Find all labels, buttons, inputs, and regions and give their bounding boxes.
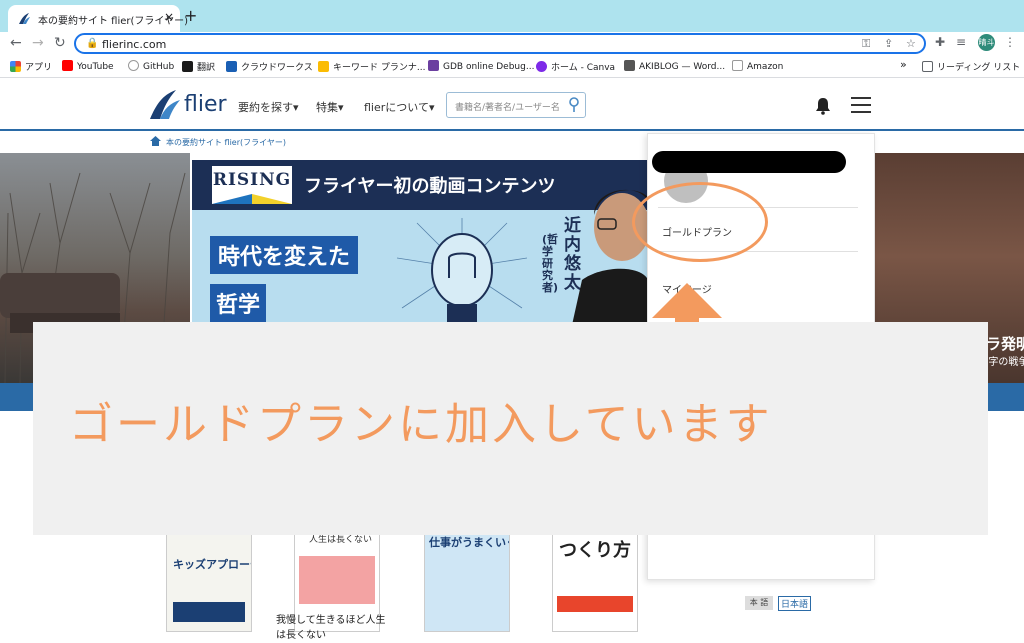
address-bar[interactable]: 🔒 flierinc.com ⚿ ⇪ ☆ xyxy=(74,33,926,54)
book-cover-title: 仕事がうまくいく xyxy=(429,536,510,549)
flier-logo-text[interactable]: flier xyxy=(184,92,227,117)
hamburger-menu-icon[interactable] xyxy=(851,96,871,114)
forward-button[interactable]: → xyxy=(32,35,44,51)
canva-icon xyxy=(536,61,547,72)
hero-tagline: フライヤー初の動画コンテンツ xyxy=(304,176,556,197)
bookmark-star-icon[interactable]: ☆ xyxy=(906,37,916,50)
book-band xyxy=(299,556,375,604)
browser-tab[interactable]: 本の要約サイト flier(フライヤー) × xyxy=(8,5,188,32)
github-icon xyxy=(128,60,139,71)
home-icon[interactable] xyxy=(150,136,161,146)
bookmark-canva[interactable]: ホーム - Canva xyxy=(536,60,615,73)
bookmark-crowdworks[interactable]: クラウドワークス xyxy=(226,60,313,73)
bookmarks-bar: アプリ YouTube GitHub 翻訳 クラウドワークス キーワード プラン… xyxy=(0,56,1024,78)
browser-tab-bar: 本の要約サイト flier(フライヤー) × + xyxy=(0,0,1024,32)
reading-list-button[interactable]: リーディング リスト xyxy=(922,60,1020,73)
extensions-icon[interactable]: ✚ xyxy=(935,35,945,49)
hero-author-role: (哲学研究者) xyxy=(542,233,559,294)
crowdworks-icon xyxy=(226,61,237,72)
menu-features[interactable]: 特集▾ xyxy=(316,99,344,115)
share-icon[interactable]: ⇪ xyxy=(884,37,893,50)
rising-badge: RISING xyxy=(212,166,292,204)
menu-about-flier[interactable]: flierについて▾ xyxy=(364,99,434,115)
address-url: flierinc.com xyxy=(102,38,167,51)
flier-favicon-icon xyxy=(19,13,30,24)
hero-title-line1: 時代を変えた xyxy=(210,236,359,274)
language-tag[interactable]: 日本語 xyxy=(778,596,812,611)
rising-stripe-icon xyxy=(212,194,292,204)
book-cover[interactable]: つくり方 xyxy=(552,525,638,632)
search-icon[interactable] xyxy=(567,97,581,113)
lock-icon: 🔒 xyxy=(86,38,99,49)
book-cover-title: つくり方 xyxy=(559,540,631,561)
book-cover[interactable]: キッズアプローチ xyxy=(166,525,252,632)
hero-right-title: ラ発明 xyxy=(986,335,1024,353)
highlight-circle-annotation xyxy=(632,182,768,262)
key-icon[interactable]: ⚿ xyxy=(862,37,870,51)
bookmark-akiblog[interactable]: AKIBLOG — Word... xyxy=(624,60,725,72)
site-search-input[interactable]: 書籍名/著者名/ユーザー名 xyxy=(446,92,586,118)
book-band xyxy=(173,602,245,622)
bookmark-youtube[interactable]: YouTube xyxy=(62,60,114,72)
book-band xyxy=(557,596,633,612)
reading-list-icon xyxy=(922,61,933,72)
callout-text: ゴールドプランに加入しています xyxy=(69,399,773,450)
new-tab-button[interactable]: + xyxy=(184,6,197,25)
reload-button[interactable]: ↻ xyxy=(54,35,66,51)
book-cover[interactable]: 仕事がうまくいく xyxy=(424,525,510,632)
more-bookmarks-button[interactable]: » xyxy=(900,58,907,71)
annotation-callout: ゴールドプランに加入しています xyxy=(33,322,988,535)
profile-avatar[interactable]: 晴斗 xyxy=(978,34,995,51)
hero-title-line2: 哲学 xyxy=(210,284,267,322)
flier-logo-icon[interactable] xyxy=(148,89,182,121)
translate-icon xyxy=(182,61,193,72)
redacted-username xyxy=(652,151,846,173)
site-header: flier 要約を探す▾ 特集▾ flierについて▾ 書籍名/著者名/ユーザー… xyxy=(0,79,1024,131)
notification-bell-icon[interactable] xyxy=(814,97,832,115)
breadcrumb-link[interactable]: 本の要約サイト flier(フライヤー) xyxy=(166,137,286,148)
bookmark-apps[interactable]: アプリ xyxy=(10,60,52,73)
amazon-icon xyxy=(732,60,743,71)
bookmark-gdb-online[interactable]: GDB online Debug... xyxy=(428,60,534,72)
bookmark-keyword-planner[interactable]: キーワード プランナ... xyxy=(318,60,425,73)
tab-close-icon[interactable]: × xyxy=(164,10,174,24)
speaker-portrait xyxy=(572,189,648,325)
apps-grid-icon xyxy=(10,61,21,72)
menu-find-summaries[interactable]: 要約を探す▾ xyxy=(238,99,299,115)
language-tag: 本 語 xyxy=(745,596,773,610)
bookmark-translate[interactable]: 翻訳 xyxy=(182,60,215,73)
book-title[interactable]: 我慢して生きるほど人生 は長くない xyxy=(276,613,386,643)
bookmark-amazon[interactable]: Amazon xyxy=(732,60,783,72)
youtube-icon xyxy=(62,60,73,71)
book-cover-title: キッズアプローチ xyxy=(173,558,251,571)
browser-toolbar: ← → ↻ 🔒 flierinc.com ⚿ ⇪ ☆ ✚ ≡ 晴斗 ⋮ xyxy=(0,32,1024,56)
browser-menu-icon[interactable]: ⋮ xyxy=(1004,35,1016,49)
hero-right-subtitle: 0字の戦争 xyxy=(982,357,1024,368)
light-bulb-illustration xyxy=(397,218,527,322)
bookmark-github[interactable]: GitHub xyxy=(128,60,174,72)
media-queue-icon[interactable]: ≡ xyxy=(956,35,966,49)
akiblog-icon xyxy=(624,60,635,71)
search-placeholder: 書籍名/著者名/ユーザー名 xyxy=(455,103,560,113)
gdb-icon xyxy=(428,60,439,71)
google-ads-icon xyxy=(318,61,329,72)
back-button[interactable]: ← xyxy=(10,35,22,51)
